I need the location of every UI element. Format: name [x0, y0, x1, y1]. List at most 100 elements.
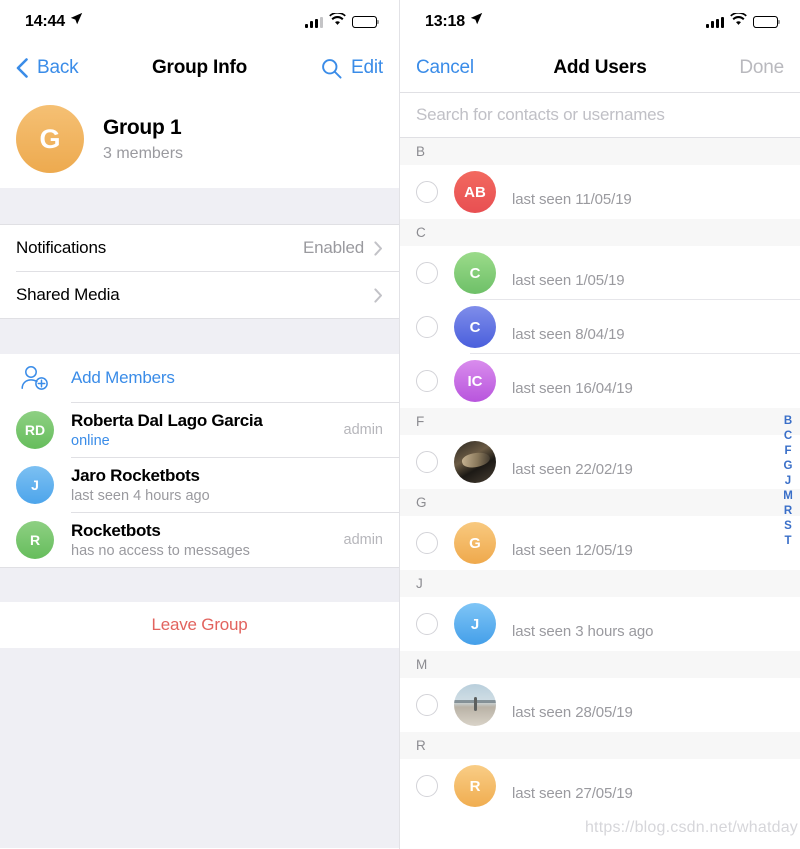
wifi-icon [329, 12, 346, 31]
contact-checkbox[interactable] [416, 451, 438, 473]
contact-avatar-initials: C [469, 264, 481, 282]
edit-button[interactable]: Edit [351, 57, 383, 79]
status-bar-right: 13:18 [400, 0, 800, 44]
add-members-label: Add Members [71, 368, 175, 387]
section-gap-1 [0, 188, 399, 224]
section-gap-2 [0, 319, 399, 354]
back-chevron-icon[interactable] [16, 58, 28, 78]
index-letter[interactable]: M [783, 490, 793, 502]
contact-row[interactable]: last seen 22/02/19 [400, 435, 800, 489]
group-name: Group 1 [103, 115, 182, 139]
settings-row-shared-media[interactable]: Shared Media [0, 272, 399, 318]
location-arrow-icon [470, 12, 483, 30]
index-letter[interactable]: T [784, 535, 791, 547]
contact-name [512, 257, 625, 266]
contact-last-seen: last seen 8/04/19 [512, 326, 625, 343]
index-letter[interactable]: C [784, 430, 792, 442]
contact-name [512, 527, 633, 536]
cellular-signal-icon [706, 16, 724, 28]
member-name: Rocketbots [71, 521, 161, 540]
index-letter[interactable]: R [784, 505, 792, 517]
contact-row[interactable]: last seen 28/05/19 [400, 678, 800, 732]
contact-name [512, 176, 632, 185]
watermark: https://blog.csdn.net/whatday [584, 819, 798, 836]
section-header-c: C [400, 219, 800, 246]
group-members-count: 3 members [103, 144, 184, 162]
leave-group-button[interactable]: Leave Group [0, 602, 399, 648]
contact-checkbox[interactable] [416, 694, 438, 716]
contact-checkbox[interactable] [416, 775, 438, 797]
contact-last-seen: last seen 11/05/19 [512, 191, 632, 208]
section-header-m: M [400, 651, 800, 678]
contact-checkbox[interactable] [416, 181, 438, 203]
navigation-bar-right: Cancel Add Users Done [400, 44, 800, 92]
status-time-left: 14:44 [25, 12, 83, 31]
index-letter[interactable]: G [784, 460, 793, 472]
contact-row[interactable]: J last seen 3 hours ago [400, 597, 800, 651]
status-indicators-left [305, 12, 380, 31]
notifications-label: Notifications [16, 238, 106, 257]
chevron-right-icon [374, 240, 383, 256]
contact-row[interactable]: R last seen 27/05/19 [400, 759, 800, 813]
contact-avatar: J [454, 603, 496, 645]
member-avatar-initials: RD [24, 422, 46, 438]
group-header[interactable]: G Group 1 3 members [0, 92, 399, 188]
contact-last-seen: last seen 1/05/19 [512, 272, 625, 289]
members-section: Add Members RD Roberta Dal Lago Garcia o… [0, 354, 399, 568]
contact-last-seen: last seen 27/05/19 [512, 785, 633, 802]
member-avatar: J [16, 466, 54, 504]
member-avatar: RD [16, 411, 54, 449]
member-role-badge: admin [343, 422, 384, 438]
contact-checkbox[interactable] [416, 532, 438, 554]
contact-avatar-initials: R [469, 777, 481, 795]
add-users-screen: 13:18 Cancel Add Users Done Search for c… [400, 0, 800, 849]
member-status: online [71, 433, 110, 449]
contact-checkbox[interactable] [416, 262, 438, 284]
section-gap-4 [0, 648, 399, 848]
contact-checkbox[interactable] [416, 613, 438, 635]
contact-avatar: C [454, 252, 496, 294]
index-letter[interactable]: S [784, 520, 792, 532]
contact-avatar: R [454, 765, 496, 807]
contact-last-seen: last seen 12/05/19 [512, 542, 633, 559]
add-members-button[interactable]: Add Members [0, 354, 399, 402]
contact-row[interactable]: C last seen 1/05/19 [400, 246, 800, 300]
contact-name [512, 365, 633, 374]
contact-avatar-initials: C [469, 318, 481, 336]
group-avatar-letter: G [39, 123, 61, 154]
contact-row[interactable]: AB last seen 11/05/19 [400, 165, 800, 219]
back-button[interactable]: Back [37, 57, 79, 79]
battery-icon [352, 16, 380, 28]
contact-avatar-photo [454, 441, 496, 483]
contact-row[interactable]: G last seen 12/05/19 [400, 516, 800, 570]
settings-row-notifications[interactable]: Notifications Enabled [0, 225, 399, 271]
contact-name [512, 689, 633, 698]
contact-checkbox[interactable] [416, 370, 438, 392]
member-row[interactable]: RD Roberta Dal Lago Garcia online admin [0, 403, 399, 457]
search-icon[interactable] [321, 58, 342, 79]
group-avatar: G [16, 105, 84, 173]
done-button[interactable]: Done [739, 57, 784, 79]
contact-avatar: AB [454, 171, 496, 213]
contact-checkbox[interactable] [416, 316, 438, 338]
member-avatar-initials: R [29, 532, 41, 548]
member-role-badge: admin [343, 532, 384, 548]
contact-row[interactable]: C last seen 8/04/19 [400, 300, 800, 354]
search-input[interactable] [416, 105, 784, 125]
contact-name [512, 770, 633, 779]
index-letter[interactable]: J [785, 475, 791, 487]
index-letter[interactable]: F [784, 445, 791, 457]
contact-avatar-initials: AB [464, 183, 486, 201]
member-row[interactable]: J Jaro Rocketbots last seen 4 hours ago [0, 458, 399, 512]
contact-row[interactable]: IC last seen 16/04/19 [400, 354, 800, 408]
contact-name [512, 311, 625, 320]
alphabet-index[interactable]: B C F G J M R S T [779, 415, 797, 547]
cancel-button[interactable]: Cancel [416, 57, 474, 79]
member-row[interactable]: R Rocketbots has no access to messages a… [0, 513, 399, 567]
location-arrow-icon [70, 12, 83, 30]
contact-avatar-initials: J [470, 615, 480, 633]
index-letter[interactable]: B [784, 415, 792, 427]
member-avatar-initials: J [31, 477, 39, 493]
wifi-icon [730, 12, 747, 31]
search-bar[interactable] [400, 92, 800, 138]
